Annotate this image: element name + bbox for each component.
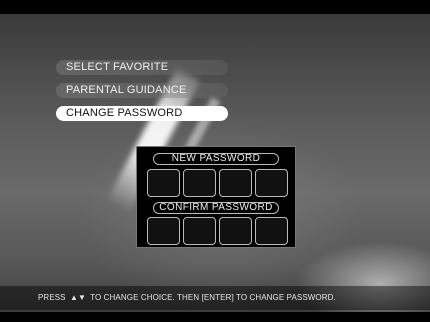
settings-menu: SELECT FAVORITE PARENTAL GUIDANCE CHANGE…: [56, 60, 228, 129]
confirm-password-digit-4[interactable]: [255, 217, 288, 245]
new-password-digit-3[interactable]: [219, 169, 252, 197]
confirm-password-slots: [147, 217, 288, 245]
new-password-digit-2[interactable]: [183, 169, 216, 197]
up-down-arrows-icon: ▲▼: [69, 293, 86, 302]
new-password-slots: [147, 169, 288, 197]
menu-item-change-password[interactable]: CHANGE PASSWORD: [56, 106, 228, 121]
new-password-digit-1[interactable]: [147, 169, 180, 197]
confirm-password-label: CONFIRM PASSWORD: [153, 202, 279, 214]
confirm-password-digit-3[interactable]: [219, 217, 252, 245]
confirm-password-digit-2[interactable]: [183, 217, 216, 245]
help-hint: PRESS ▲▼ TO CHANGE CHOICE. THEN [ENTER] …: [38, 293, 336, 302]
confirm-password-digit-1[interactable]: [147, 217, 180, 245]
new-password-digit-4[interactable]: [255, 169, 288, 197]
hint-suffix: TO CHANGE CHOICE. THEN [ENTER] TO CHANGE…: [90, 293, 336, 302]
footer-bar: PRESS ▲▼ TO CHANGE CHOICE. THEN [ENTER] …: [0, 286, 430, 310]
hint-prefix: PRESS: [38, 293, 66, 302]
new-password-label: NEW PASSWORD: [153, 153, 279, 165]
menu-item-select-favorite[interactable]: SELECT FAVORITE: [56, 60, 228, 75]
tv-screen: SELECT FAVORITE PARENTAL GUIDANCE CHANGE…: [0, 0, 430, 322]
menu-item-parental-guidance[interactable]: PARENTAL GUIDANCE: [56, 83, 228, 98]
password-dialog: NEW PASSWORD CONFIRM PASSWORD: [136, 146, 296, 248]
